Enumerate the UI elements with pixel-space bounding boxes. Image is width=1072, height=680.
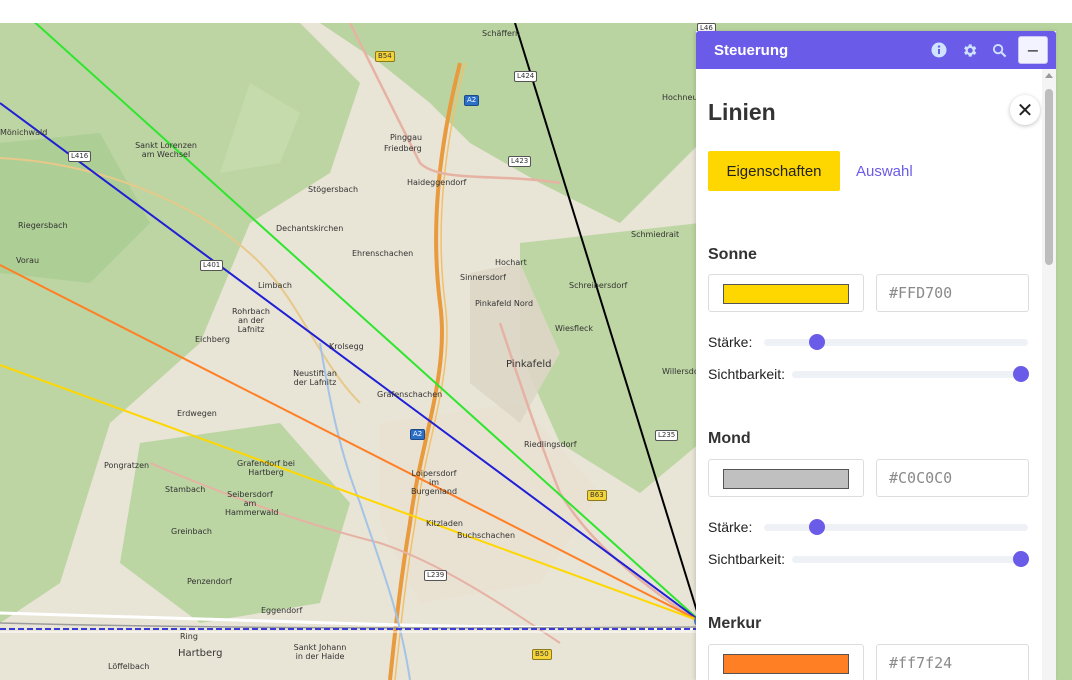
- road-shield: L401: [200, 260, 224, 271]
- panel-scrollbar[interactable]: [1042, 69, 1056, 680]
- section-title-merkur: Merkur: [708, 615, 762, 632]
- hex-input-merkur[interactable]: #ff7f24: [876, 644, 1029, 680]
- hex-input-sonne[interactable]: #FFD700: [876, 274, 1029, 312]
- section-title-sonne: Sonne: [708, 246, 757, 263]
- road-shield: L424: [514, 71, 538, 82]
- panel-heading: Linien: [708, 99, 776, 125]
- road-shield: B50: [532, 649, 552, 660]
- slider-knob[interactable]: [808, 334, 825, 350]
- place-label: Loipersdorf im Burgenland: [410, 469, 458, 496]
- panel-body: Linien ✕ Eigenschaften Auswahl Sonne #FF…: [696, 69, 1042, 680]
- scroll-up-arrow-icon[interactable]: [1045, 73, 1053, 78]
- place-label: Riegersbach: [18, 221, 68, 230]
- road-shield: A2: [410, 429, 426, 440]
- road-shield: L416: [68, 151, 92, 162]
- tab-auswahl[interactable]: Auswahl: [856, 151, 913, 191]
- place-label: Schreibersdorf: [569, 281, 628, 290]
- strength-label: Stärke:: [708, 519, 753, 535]
- place-label: Grafenschachen: [377, 390, 443, 399]
- top-bar: [0, 0, 1072, 23]
- gear-icon[interactable]: [960, 41, 978, 59]
- place-label: Vorau: [16, 256, 40, 265]
- place-label: Neustift an der Lafnitz: [293, 369, 337, 387]
- road-shield: B54: [375, 51, 395, 62]
- place-label: Sankt Johann in der Haide: [293, 643, 347, 661]
- place-label: Penzendorf: [187, 577, 232, 586]
- place-label: Riedlingsdorf: [524, 440, 577, 449]
- place-label: Pongratzen: [104, 461, 150, 470]
- visibility-slider-sonne[interactable]: [792, 366, 1029, 382]
- place-label: Sinnersdorf: [460, 273, 506, 282]
- place-label: Friedberg: [384, 144, 422, 153]
- place-label: Stögersbach: [308, 185, 359, 194]
- color-picker-merkur[interactable]: [708, 644, 864, 680]
- place-label: Stambach: [165, 485, 206, 494]
- place-label: Erdwegen: [177, 409, 217, 418]
- color-picker-sonne[interactable]: [708, 274, 864, 312]
- hex-input-mond[interactable]: #C0C0C0: [876, 459, 1029, 497]
- place-label: Dechantskirchen: [276, 224, 344, 233]
- place-label: Krolsegg: [329, 342, 364, 351]
- road-shield: A2: [464, 95, 480, 106]
- color-picker-mond[interactable]: [708, 459, 864, 497]
- place-label: Greinbach: [171, 527, 212, 536]
- color-swatch: [723, 469, 849, 489]
- place-label: Sankt Lorenzen am Wechsel: [135, 141, 197, 159]
- place-label: Haideggendorf: [407, 178, 467, 187]
- place-label: Pinggau: [390, 133, 423, 142]
- control-panel: Steuerung − Linien ✕ Eigenschaften Auswa…: [696, 31, 1056, 680]
- place-label: Schmiedrait: [631, 230, 680, 239]
- panel-header: Steuerung −: [696, 31, 1056, 69]
- visibility-slider-mond[interactable]: [792, 551, 1029, 567]
- place-label: Hochart: [495, 258, 527, 267]
- place-label: Buchschachen: [457, 531, 516, 540]
- strength-label: Stärke:: [708, 334, 753, 350]
- place-label: Ring: [180, 632, 198, 641]
- search-icon[interactable]: [990, 41, 1008, 59]
- info-icon[interactable]: [930, 41, 948, 59]
- road-shield: B63: [587, 490, 607, 501]
- place-label: Schäffern: [482, 29, 521, 38]
- place-label: Grafendorf bei Hartberg: [236, 459, 296, 477]
- place-label: Seibersdorf am Hammerwald: [225, 490, 279, 517]
- place-label: Limbach: [258, 281, 292, 290]
- strength-slider-mond[interactable]: [764, 519, 1028, 535]
- place-label: Wiesfleck: [555, 324, 594, 333]
- visibility-label: Sichtbarkeit:: [708, 551, 786, 567]
- visibility-label: Sichtbarkeit:: [708, 366, 786, 382]
- place-label: Kitzladen: [426, 519, 463, 528]
- scrollbar-thumb[interactable]: [1045, 89, 1053, 265]
- place-label: Hartberg: [178, 648, 223, 659]
- color-swatch: [723, 284, 849, 304]
- place-label: Eggendorf: [261, 606, 303, 615]
- place-label: Rohrbach an der Lafnitz: [232, 307, 270, 334]
- slider-knob[interactable]: [1013, 366, 1029, 382]
- place-label: Ehrenschachen: [352, 249, 414, 258]
- strength-slider-sonne[interactable]: [764, 334, 1028, 350]
- close-button[interactable]: ✕: [1010, 95, 1040, 125]
- tab-eigenschaften[interactable]: Eigenschaften: [708, 151, 840, 191]
- slider-knob[interactable]: [1013, 551, 1029, 567]
- section-title-mond: Mond: [708, 430, 751, 447]
- panel-title: Steuerung: [714, 41, 789, 59]
- place-label: Eichberg: [195, 335, 230, 344]
- road-shield: L423: [508, 156, 532, 167]
- place-label: Mönichwald: [0, 128, 48, 137]
- place-label: Pinkafeld: [506, 359, 552, 370]
- road-shield: L239: [424, 570, 448, 581]
- road-shield: L235: [655, 430, 679, 441]
- place-label: Pinkafeld Nord: [475, 299, 534, 308]
- place-label: Löffelbach: [108, 662, 150, 671]
- color-swatch: [723, 654, 849, 674]
- minimize-button[interactable]: −: [1018, 36, 1048, 64]
- slider-knob[interactable]: [808, 519, 825, 535]
